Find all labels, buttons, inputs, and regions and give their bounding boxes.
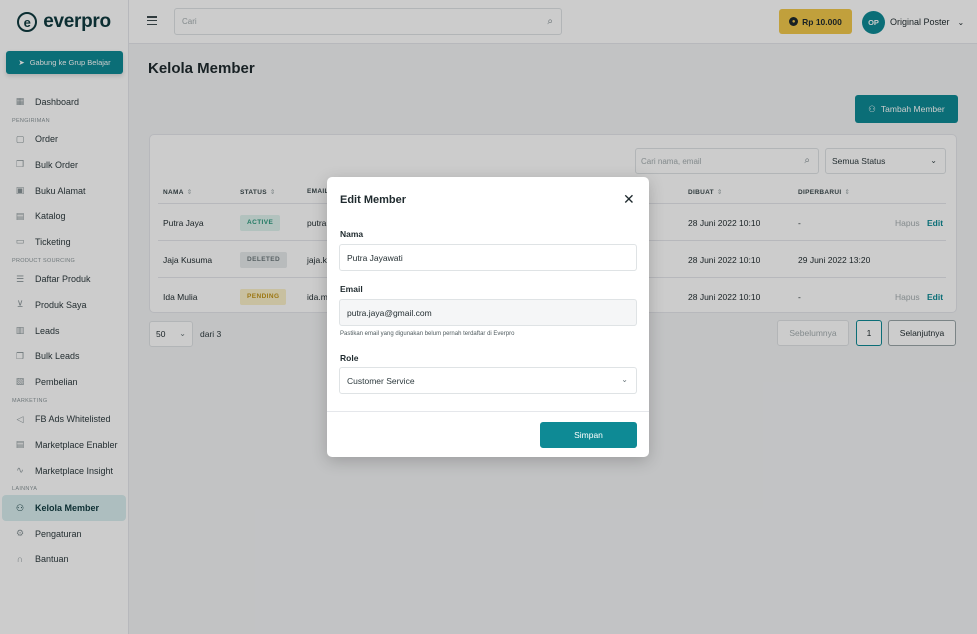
email-label: Email	[340, 284, 363, 294]
edit-member-modal: Edit Member ✕ Nama Email Pastikan email …	[327, 177, 649, 457]
role-select[interactable]: Customer Service ⌄	[339, 367, 637, 394]
chevron-down-icon: ⌄	[621, 375, 628, 384]
modal-title: Edit Member	[340, 194, 407, 206]
role-value: Customer Service	[347, 375, 415, 386]
modal-divider	[327, 411, 649, 412]
save-button[interactable]: Simpan	[540, 422, 637, 448]
email-hint: Pastikan email yang digunakan belum pern…	[340, 331, 515, 337]
name-field[interactable]	[339, 244, 637, 271]
close-icon[interactable]: ✕	[623, 191, 635, 208]
name-label: Nama	[340, 229, 364, 239]
email-field[interactable]	[339, 299, 637, 326]
role-label: Role	[340, 353, 359, 363]
